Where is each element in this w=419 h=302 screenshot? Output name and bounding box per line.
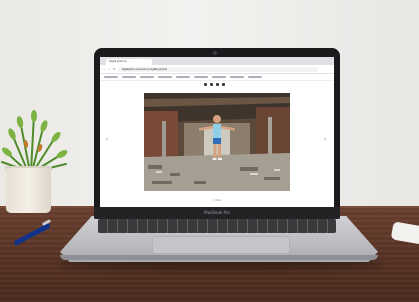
url-text: digitalphoto.example.com/gallery/photo: [122, 67, 167, 71]
zoom-out-icon[interactable]: [204, 83, 207, 86]
bookmark-item[interactable]: [122, 75, 136, 78]
laptop-base-lip: [60, 255, 378, 260]
viewer-toolbar: [100, 81, 334, 89]
laptop-screen: Digital photo by ... ← → ↻ digitalphoto.…: [100, 57, 334, 207]
bookmarks-bar: [100, 74, 334, 81]
trackpad: [152, 236, 290, 254]
reload-icon[interactable]: ↻: [113, 65, 116, 73]
bookmark-item[interactable]: [230, 75, 244, 78]
bookmark-item[interactable]: [140, 75, 154, 78]
url-field[interactable]: digitalphoto.example.com/gallery/photo: [118, 66, 318, 72]
browser-tab-bar: Digital photo by ...: [100, 57, 334, 65]
plant-pot: [6, 168, 51, 213]
back-icon[interactable]: ←: [103, 65, 106, 73]
zoom-in-icon[interactable]: [210, 83, 213, 86]
bookmark-item[interactable]: [212, 75, 226, 78]
previous-photo-button[interactable]: ‹: [106, 137, 108, 143]
photo-scene: MacBook Pro Digital photo by ... ← → ↻ d…: [0, 0, 419, 302]
abandoned-building-photo: [144, 93, 290, 191]
forward-icon[interactable]: →: [108, 65, 111, 73]
bookmark-item[interactable]: [104, 75, 118, 78]
bookmark-item[interactable]: [248, 75, 262, 78]
webcam: [213, 51, 217, 55]
bookmark-item[interactable]: [176, 75, 190, 78]
browser-address-bar: ← → ↻ digitalphoto.example.com/gallery/p…: [100, 65, 334, 74]
next-photo-button[interactable]: ›: [324, 137, 326, 143]
fullscreen-icon[interactable]: [216, 83, 219, 86]
viewer-footer: © photo: [212, 199, 222, 202]
displayed-photo: [144, 93, 290, 191]
keyboard: [98, 219, 336, 233]
plant-leaves: [1, 110, 68, 173]
download-icon[interactable]: [222, 83, 225, 86]
bookmark-item[interactable]: [194, 75, 208, 78]
bookmark-item[interactable]: [158, 75, 172, 78]
laptop-model-label: MacBook Pro: [204, 210, 230, 215]
